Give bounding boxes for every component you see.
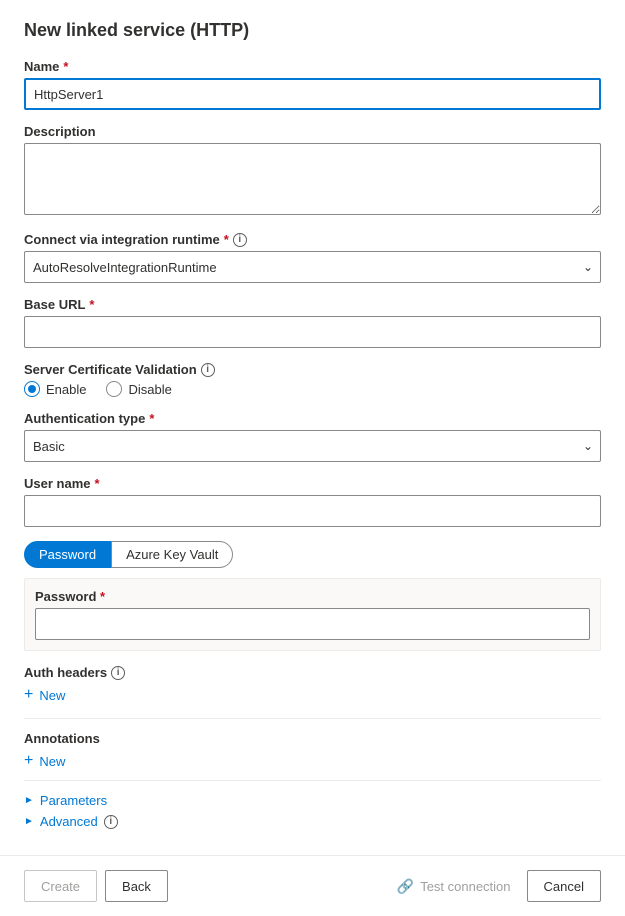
base-url-required: * [89, 297, 94, 312]
auth-type-field-group: Authentication type * Basic Anonymous Wi… [24, 411, 601, 462]
divider-1 [24, 718, 601, 719]
base-url-field-group: Base URL * [24, 297, 601, 348]
description-field-group: Description [24, 124, 601, 218]
name-label: Name * [24, 59, 601, 74]
server-cert-label: Server Certificate Validation i [24, 362, 601, 377]
connect-via-info-icon[interactable]: i [233, 233, 247, 247]
create-button[interactable]: Create [24, 870, 97, 902]
advanced-label: Advanced [40, 814, 98, 829]
radio-enable-label: Enable [46, 382, 86, 397]
footer: Create Back 🔗 Test connection Cancel [0, 855, 625, 916]
auth-type-select[interactable]: Basic Anonymous Windows ClientCertificat… [24, 430, 601, 462]
username-required: * [94, 476, 99, 491]
connect-via-select-wrapper: AutoResolveIntegrationRuntime ⌄ [24, 251, 601, 283]
password-required: * [100, 589, 105, 604]
auth-headers-section: Auth headers i + New [24, 665, 601, 704]
username-input[interactable] [24, 495, 601, 527]
page-title: New linked service (HTTP) [24, 20, 601, 41]
radio-enable-dot [28, 385, 36, 393]
connect-via-required: * [224, 232, 229, 247]
parameters-chevron-icon: ► [24, 795, 34, 806]
description-label: Description [24, 124, 601, 139]
password-input[interactable] [35, 608, 590, 640]
auth-type-required: * [149, 411, 154, 426]
radio-disable[interactable]: Disable [106, 381, 171, 397]
annotations-label: Annotations [24, 731, 601, 746]
auth-headers-info-icon[interactable]: i [111, 666, 125, 680]
description-input[interactable] [24, 143, 601, 215]
auth-type-label: Authentication type * [24, 411, 601, 426]
footer-left: Create Back [24, 870, 168, 902]
advanced-chevron-icon: ► [24, 816, 34, 827]
test-connection-button[interactable]: 🔗 Test connection [389, 878, 519, 895]
auth-headers-plus-icon: + [24, 686, 33, 704]
radio-disable-circle [106, 381, 122, 397]
password-tab-group: Password Azure Key Vault [24, 541, 601, 568]
cancel-button[interactable]: Cancel [527, 870, 601, 902]
annotations-section: Annotations + New [24, 731, 601, 770]
connect-via-field-group: Connect via integration runtime * i Auto… [24, 232, 601, 283]
radio-disable-label: Disable [128, 382, 171, 397]
annotations-plus-icon: + [24, 752, 33, 770]
connect-via-label: Connect via integration runtime * i [24, 232, 601, 247]
radio-enable[interactable]: Enable [24, 381, 86, 397]
parameters-label: Parameters [40, 793, 107, 808]
base-url-label: Base URL * [24, 297, 601, 312]
parameters-collapsible[interactable]: ► Parameters [24, 793, 601, 808]
auth-headers-add-button[interactable]: + New [24, 686, 65, 704]
auth-headers-label: Auth headers i [24, 665, 601, 680]
name-required: * [63, 59, 68, 74]
divider-2 [24, 780, 601, 781]
server-cert-radio-group: Enable Disable [24, 381, 601, 397]
name-field-group: Name * [24, 59, 601, 110]
base-url-input[interactable] [24, 316, 601, 348]
password-field-label: Password * [35, 589, 590, 604]
name-input[interactable] [24, 78, 601, 110]
tab-azure-key-vault[interactable]: Azure Key Vault [111, 541, 233, 568]
advanced-collapsible[interactable]: ► Advanced i [24, 814, 601, 829]
footer-right: 🔗 Test connection Cancel [389, 870, 601, 902]
username-label: User name * [24, 476, 601, 491]
username-field-group: User name * [24, 476, 601, 527]
radio-enable-circle [24, 381, 40, 397]
connect-via-select[interactable]: AutoResolveIntegrationRuntime [24, 251, 601, 283]
password-section: Password Azure Key Vault Password * [24, 541, 601, 651]
tab-password[interactable]: Password [24, 541, 111, 568]
panel: New linked service (HTTP) Name * Descrip… [0, 0, 625, 855]
server-cert-field-group: Server Certificate Validation i Enable D… [24, 362, 601, 397]
server-cert-info-icon[interactable]: i [201, 363, 215, 377]
test-connection-icon: 🔗 [397, 878, 414, 895]
auth-type-select-wrapper: Basic Anonymous Windows ClientCertificat… [24, 430, 601, 462]
back-button[interactable]: Back [105, 870, 168, 902]
advanced-info-icon[interactable]: i [104, 815, 118, 829]
annotations-add-button[interactable]: + New [24, 752, 65, 770]
password-box: Password * [24, 578, 601, 651]
